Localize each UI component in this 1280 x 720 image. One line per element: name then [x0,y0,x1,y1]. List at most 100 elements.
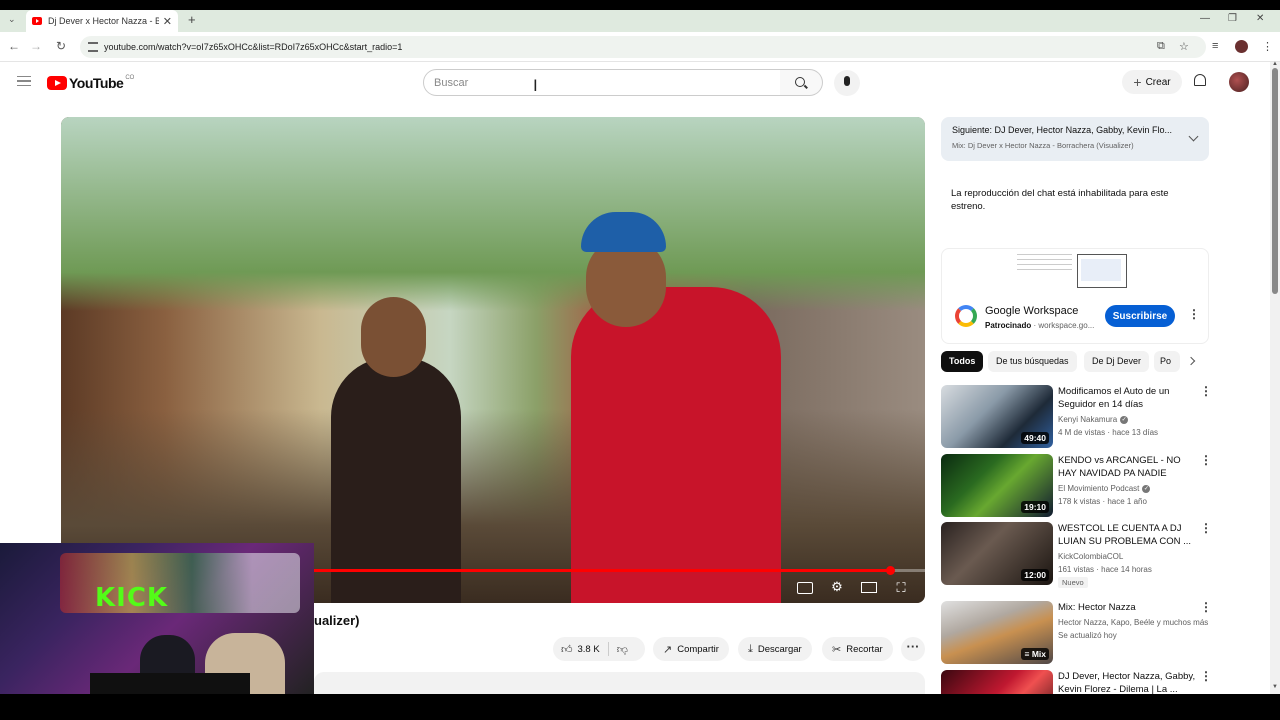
minimize-icon[interactable]: — [1200,13,1210,24]
chip-partial[interactable]: Po [1154,351,1180,372]
create-label: Crear [1145,76,1171,88]
media-control-icon[interactable]: ≡ [1212,40,1218,52]
video-thumbnail[interactable]: 49:40 [941,385,1053,448]
chip-de-dj-dever[interactable]: De Dj Dever [1084,351,1150,372]
rec-channel[interactable]: El Movimiento Podcast [1058,484,1139,493]
rec-title[interactable]: Modificamos el Auto de un Seguidor en 14… [1058,385,1196,411]
clip-label: Recortar [846,643,883,655]
new-tab-icon[interactable]: + [188,12,196,27]
like-button[interactable]: 👍︎ 3.8 K [553,642,609,656]
like-dislike-group: 👍︎ 3.8 K 👎︎ [553,637,645,661]
account-avatar[interactable] [1229,72,1249,92]
browser-tab-strip: ⌄ Dj Dever x Hector Nazza - Borra ✕ + — … [0,10,1280,32]
profile-avatar[interactable] [1235,40,1248,53]
chip-busquedas[interactable]: De tus búsquedas [988,351,1077,372]
video-thumbnail[interactable] [941,670,1053,694]
reload-icon[interactable]: ↻ [53,39,69,53]
forward-icon[interactable]: → [28,39,44,53]
verified-icon: ✓ [1142,484,1151,493]
back-icon[interactable]: ← [6,39,22,53]
list-item[interactable]: ≡ Mix Mix: Hector Nazza Hector Nazza, Ka… [941,601,1212,665]
list-item[interactable]: 19:10 KENDO vs ARCANGEL - NO HAY NAVIDAD… [941,454,1212,518]
theater-mode-icon[interactable] [861,582,877,593]
address-bar[interactable]: youtube.com/watch?v=oI7z65xOHCc&list=RDo… [80,36,1206,58]
chevron-right-icon[interactable] [1186,356,1196,366]
create-button[interactable]: + Crear [1122,70,1182,94]
ad-name: Google Workspace [985,305,1079,317]
rec-title[interactable]: KENDO vs ARCANGEL - NO HAY NAVIDAD PA NA… [1058,454,1196,480]
subscribe-button[interactable]: Suscribirse [1105,305,1175,327]
filter-chips: Todos De tus búsquedas De Dj Dever Po [941,351,1211,373]
hamburger-menu-icon[interactable] [17,76,31,86]
restore-icon[interactable]: ❐ [1228,13,1237,24]
tab-search-icon[interactable]: ⌄ [8,14,16,25]
playlist-next-panel[interactable]: Siguiente: DJ Dever, Hector Nazza, Gabby… [941,117,1209,161]
rec-meta: Se actualizó hoy [1058,631,1117,640]
search-icon [795,77,805,87]
video-thumbnail[interactable]: ≡ Mix [941,601,1053,664]
video-thumbnail[interactable]: 19:10 [941,454,1053,517]
rec-channel: Hector Nazza, Kapo, Beéle y muchos más [1058,618,1209,627]
fullscreen-icon[interactable]: ⛶ [893,580,909,596]
thumbs-down-icon[interactable]: 👎︎ [609,643,636,656]
rec-menu-icon[interactable]: ⋮ [1200,601,1212,613]
text-cursor-icon: I [533,76,538,95]
chip-todos[interactable]: Todos [941,351,984,372]
more-actions-icon[interactable]: ··· [901,637,925,661]
desk [90,673,250,694]
mix-badge: ≡ Mix [1021,648,1049,660]
close-window-icon[interactable]: ✕ [1256,13,1264,24]
clip-button[interactable]: ✂ Recortar [822,637,893,661]
youtube-page: YouTube CO Buscar I + Crear ⚙ ⛶ KICK ual… [0,62,1270,694]
youtube-wordmark: YouTube [69,75,124,91]
chat-disabled-message: La reproducción del chat está inhabilita… [951,188,1169,212]
search-input[interactable]: Buscar [423,69,781,96]
new-badge: Nuevo [1058,577,1088,588]
share-label: Compartir [677,643,719,655]
rec-menu-icon[interactable]: ⋮ [1200,670,1212,682]
share-button[interactable]: ↗ Compartir [653,637,729,661]
rec-title[interactable]: WESTCOL LE CUENTA A DJ LUIAN SU PROBLEMA… [1058,522,1196,548]
rec-menu-icon[interactable]: ⋮ [1200,522,1212,534]
youtube-favicon-icon [32,17,42,25]
description-box[interactable] [314,672,925,694]
list-item[interactable]: 12:00 WESTCOL LE CUENTA A DJ LUIAN SU PR… [941,522,1212,588]
voice-search-icon[interactable] [834,70,860,96]
scroll-up-icon[interactable]: ▲ [1272,61,1278,67]
notifications-bell-icon[interactable] [1194,74,1206,86]
browser-menu-icon[interactable]: ⋮ [1262,40,1273,53]
scroll-down-icon[interactable]: ▼ [1272,684,1278,690]
subtitles-icon[interactable] [797,582,813,594]
rec-menu-icon[interactable]: ⋮ [1200,385,1212,397]
rec-channel[interactable]: Kenyi Nakamura [1058,415,1117,424]
browser-tab[interactable]: Dj Dever x Hector Nazza - Borra ✕ [26,10,178,32]
install-app-icon[interactable]: ⧉ [1157,40,1165,53]
close-tab-icon[interactable]: ✕ [163,15,172,28]
verified-icon: ✓ [1120,415,1129,424]
list-item[interactable]: 49:40 Modificamos el Auto de un Seguidor… [941,385,1212,449]
webcam-overlay: KICK [0,543,314,694]
video-frame-woman-head [361,297,426,377]
search-button[interactable] [780,69,823,96]
rec-title[interactable]: DJ Dever, Hector Nazza, Gabby, Kevin Flo… [1058,670,1196,694]
scrollbar-thumb[interactable] [1272,68,1278,294]
list-item[interactable]: DJ Dever, Hector Nazza, Gabby, Kevin Flo… [941,670,1212,694]
kick-sign: KICK [95,583,169,613]
video-player[interactable]: ⚙ ⛶ [61,117,925,603]
site-info-icon[interactable] [88,42,98,52]
rec-title[interactable]: Mix: Hector Nazza [1058,601,1196,614]
page-scrollbar[interactable]: ▲ ▼ [1270,61,1280,694]
video-thumbnail[interactable]: 12:00 [941,522,1053,585]
youtube-logo[interactable]: YouTube CO [47,75,134,91]
ad-menu-icon[interactable]: ⋮ [1188,307,1200,321]
rec-menu-icon[interactable]: ⋮ [1200,454,1212,466]
google-logo-icon [955,305,977,327]
rec-channel[interactable]: KickColombiaCOL [1058,552,1123,561]
video-frame-man [571,287,781,603]
settings-gear-icon[interactable]: ⚙ [829,579,845,595]
download-button[interactable]: ⤓ Descargar [738,637,812,661]
bookmark-star-icon[interactable]: ☆ [1179,40,1189,53]
sponsored-ad[interactable]: Google Workspace Patrocinado · workspace… [941,248,1209,344]
next-title: DJ Dever, Hector Nazza, Gabby, Kevin Flo… [994,125,1172,135]
chevron-down-icon[interactable] [1188,131,1199,142]
